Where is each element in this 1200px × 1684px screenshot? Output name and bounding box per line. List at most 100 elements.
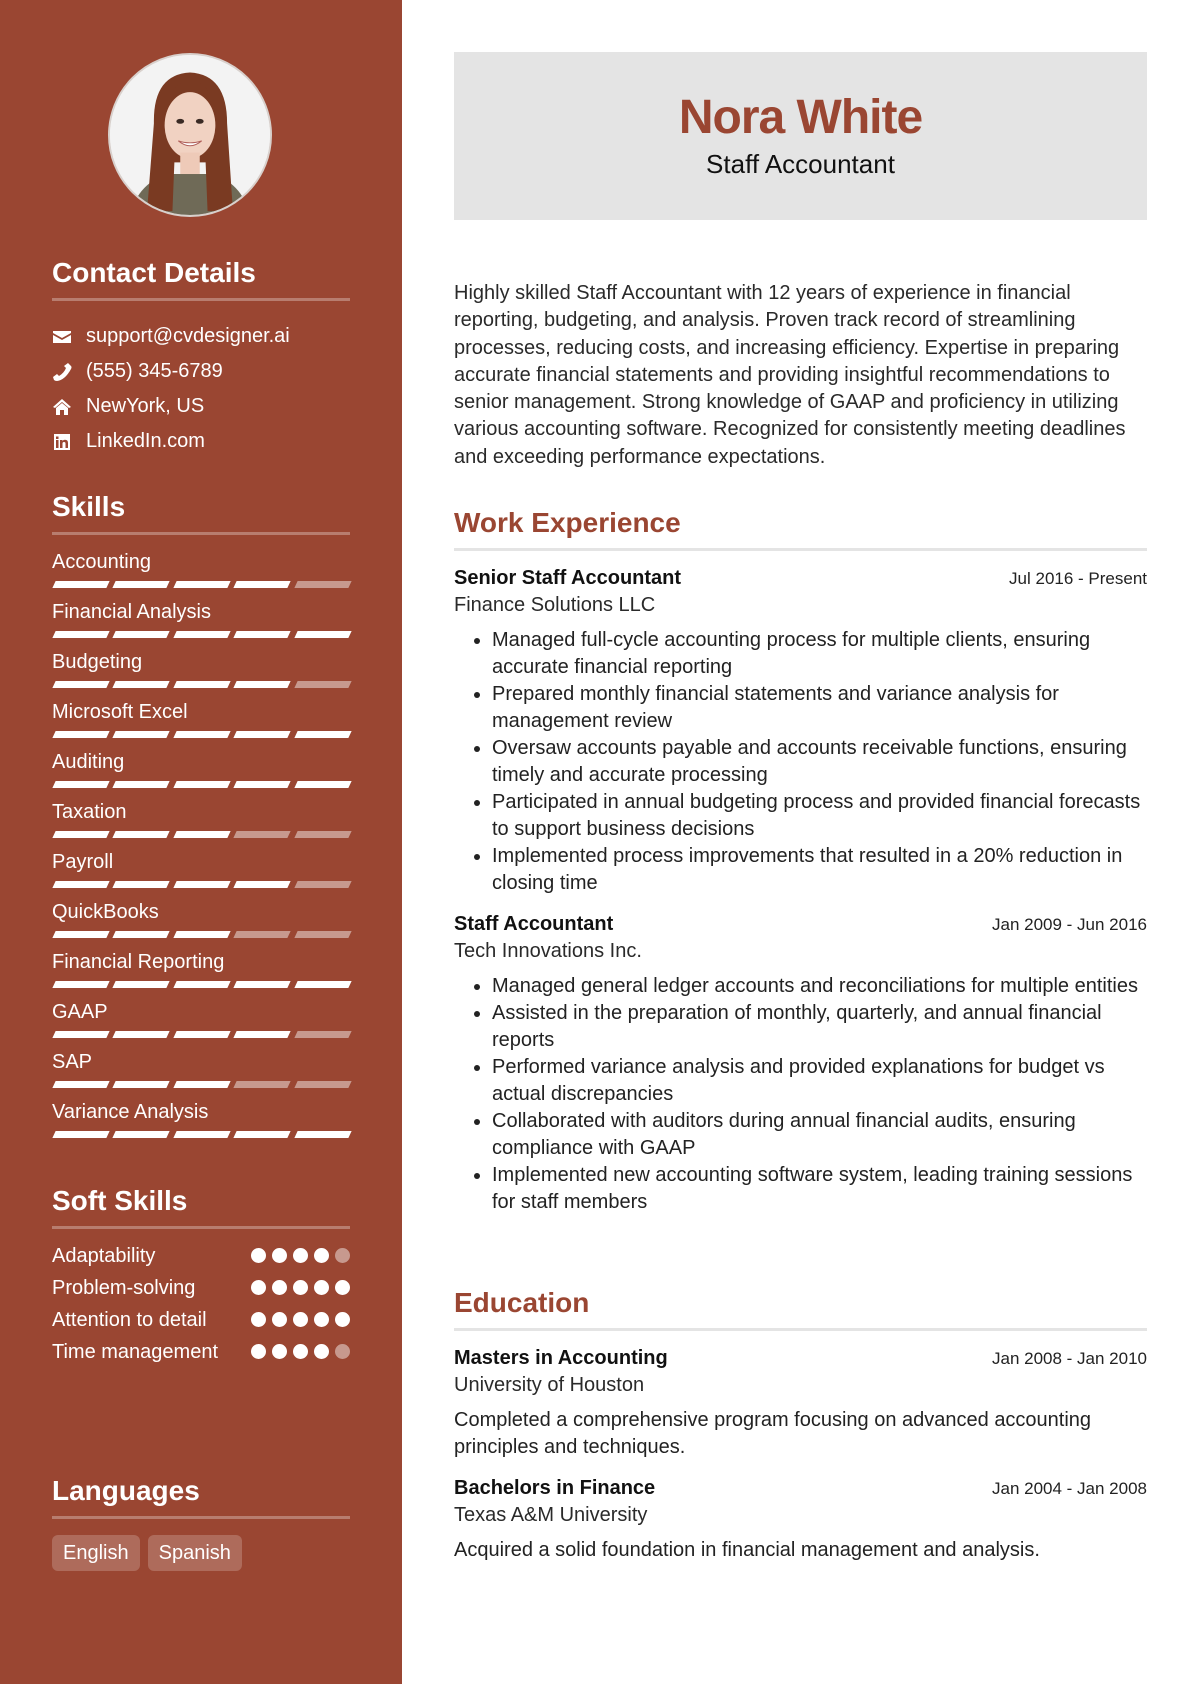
profile-photo [108,53,272,217]
skill-level-bar [52,876,352,898]
rating-dot-filled [293,1312,308,1327]
rating-dot-filled [272,1312,287,1327]
skill-level-bar [52,1126,352,1148]
rating-dot-filled [251,1280,266,1295]
skill-segment-filled [233,981,292,988]
contact-phone[interactable]: (555) 345-6789 [52,354,350,389]
skill-segment-empty [293,931,352,938]
degree-name: Masters in Accounting [454,1347,668,1369]
rating-dot-filled [314,1344,329,1359]
skill-segment-filled [173,931,231,938]
school-name: Texas A&M University [454,1504,648,1526]
skill-segment-filled [112,731,171,738]
skill-segment-filled [233,731,292,738]
skill-segment-filled [233,1131,292,1138]
skill-level-bar [52,776,352,798]
skill-item: SAP [52,1048,352,1098]
skills-section: Skills Accounting Financial Analysis Budge… [52,490,352,1148]
skills-list: Accounting Financial Analysis Budgeting Mic… [52,548,352,1148]
skill-segment-filled [52,681,111,688]
home-icon [52,397,86,417]
soft-skills-section: Soft Skills Adaptability Problem-solving A… [52,1184,350,1371]
skill-segment-filled [173,981,231,988]
soft-skill-rating [251,1243,350,1263]
skill-segment-filled [173,681,231,688]
skill-segment-filled [173,781,231,788]
rating-dot-filled [335,1280,350,1295]
candidate-title: Staff Accountant [706,149,895,179]
skill-segment-filled [173,881,231,888]
skill-segment-filled [112,631,171,638]
skill-segment-filled [173,831,231,838]
skill-segment-filled [52,781,111,788]
experience-section: Work Experience Senior Staff Accountant J… [454,506,1147,1230]
company-name: Finance Solutions LLC [454,594,656,616]
skill-name: GAAP [52,1001,108,1023]
skill-item: Payroll [52,848,352,898]
skill-segment-filled [293,1131,352,1138]
skill-level-bar [52,576,352,598]
skill-item: Variance Analysis [52,1098,352,1148]
contact-email[interactable]: support@cvdesigner.ai [52,319,350,354]
soft-skills-list: Adaptability Problem-solving Attention to … [52,1243,350,1366]
soft-skill-name: Adaptability [52,1245,156,1267]
company-name: Tech Innovations Inc. [454,940,642,962]
soft-skills-heading: Soft Skills [52,1185,188,1216]
school-name: University of Houston [454,1374,645,1396]
rating-dot-filled [251,1312,266,1327]
skill-segment-empty [233,1081,292,1088]
contact-location: NewYork, US [52,389,350,424]
skill-segment-empty [293,881,352,888]
experience-item: Senior Staff Accountant Jul 2016 - Presen… [454,565,1147,897]
skill-name: Auditing [52,751,125,773]
education-item: Masters in Accounting Jan 2008 - Jan 2010… [454,1345,1147,1461]
job-dates: Jan 2009 - Jun 2016 [991,915,1147,934]
skill-segment-filled [52,1081,111,1088]
skill-segment-filled [52,931,111,938]
soft-skill-item: Problem-solving [52,1275,350,1302]
rating-dot-filled [314,1248,329,1263]
rating-dot-filled [314,1312,329,1327]
skill-segment-filled [112,1131,171,1138]
skill-name: Accounting [52,551,151,573]
languages-list: English Spanish [52,1535,350,1571]
skill-level-bar [52,976,352,998]
skill-segment-filled [52,731,111,738]
contact-linkedin[interactable]: LinkedIn.com [52,424,350,459]
skill-name: QuickBooks [52,901,159,923]
skill-segment-filled [173,581,231,588]
section-divider [52,532,350,535]
contact-phone-text: (555) 345-6789 [86,360,223,382]
skill-segment-filled [233,781,292,788]
skill-segment-empty [293,681,352,688]
experience-item: Staff Accountant Jan 2009 - Jun 2016 Tech … [454,911,1147,1216]
job-dates: Jul 2016 - Present [1009,569,1147,588]
skill-segment-empty [233,931,292,938]
skill-segment-filled [112,981,171,988]
skill-level-bar [52,726,352,748]
education-heading: Education [454,1287,590,1318]
header: Nora White Staff Accountant [454,52,1147,220]
skill-segment-filled [233,581,292,588]
skill-segment-filled [112,581,171,588]
summary-text: Highly skilled Staff Accountant with 12 … [454,282,1126,468]
skill-level-bar [52,626,352,648]
skill-segment-filled [52,1131,111,1138]
responsibility-list: Managed general ledger accounts and reco… [454,973,1147,1216]
section-divider [454,1328,1147,1331]
skill-name: Budgeting [52,651,143,673]
skill-segment-filled [112,881,171,888]
soft-skill-rating [251,1339,350,1359]
phone-icon [52,362,86,382]
skill-level-bar [52,1076,352,1098]
contact-linkedin-text: LinkedIn.com [86,430,205,452]
skill-segment-empty [293,1081,352,1088]
responsibility-item: Performed variance analysis and provided… [492,1054,1147,1108]
soft-skill-rating [251,1307,350,1327]
responsibility-item: Assisted in the preparation of monthly, … [492,1000,1147,1054]
contact-location-text: NewYork, US [86,395,205,417]
skill-segment-empty [293,831,352,838]
skill-segment-filled [52,581,111,588]
experience-heading: Work Experience [454,507,681,538]
skill-segment-filled [112,931,171,938]
